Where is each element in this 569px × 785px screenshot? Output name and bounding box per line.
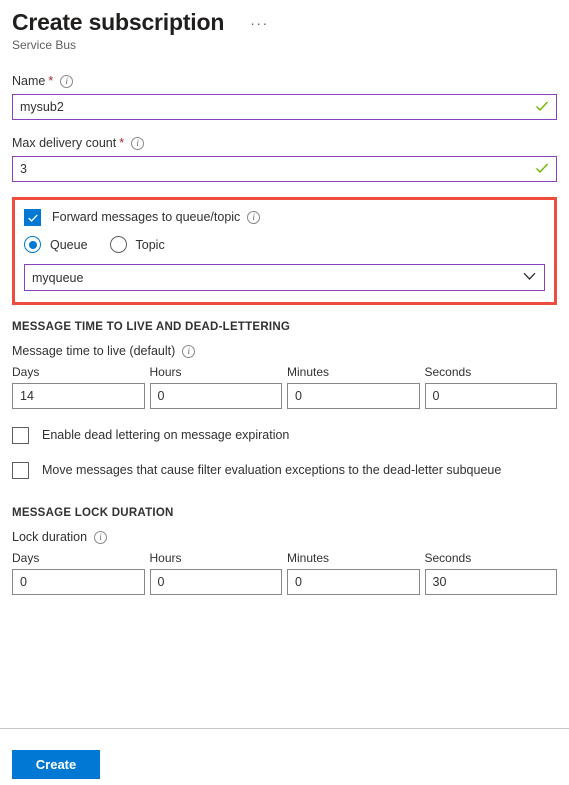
radio-option-topic[interactable]: Topic <box>109 236 165 253</box>
ttl-hours-label: Hours <box>149 365 182 379</box>
max-delivery-count-input[interactable] <box>12 156 557 182</box>
move-filter-exceptions-label: Move messages that cause filter evaluati… <box>42 463 502 477</box>
ttl-days-label: Days <box>12 365 40 379</box>
forward-messages-checkbox[interactable] <box>24 209 41 226</box>
move-filter-exceptions-checkbox[interactable] <box>12 462 29 479</box>
forward-target-dropdown[interactable]: myqueue <box>24 264 545 291</box>
blade-header: Create subscription ··· Service Bus <box>0 0 569 53</box>
subscription-form: Name * i Max delivery count * i <box>0 73 569 595</box>
blade-subtitle: Service Bus <box>12 38 77 52</box>
forward-target-select-wrap: myqueue <box>24 264 545 291</box>
lock-hours-cell: Hours <box>149 550 282 595</box>
lock-section-title: MESSAGE LOCK DURATION <box>12 507 174 519</box>
enable-dead-lettering-row[interactable]: Enable dead lettering on message expirat… <box>12 427 557 444</box>
name-label: Name * i <box>12 73 557 90</box>
max-delivery-count-label: Max delivery count * i <box>12 135 557 152</box>
title-row: Create subscription ··· <box>12 8 557 36</box>
radio-option-queue[interactable]: Queue <box>24 236 88 253</box>
name-required-marker: * <box>48 74 54 88</box>
more-options-icon[interactable]: ··· <box>250 16 269 30</box>
info-icon[interactable]: i <box>60 75 74 88</box>
topic-radio-label: Topic <box>135 237 165 252</box>
blade-footer: Create <box>12 750 100 779</box>
lock-days-input[interactable] <box>12 569 145 595</box>
move-filter-exceptions-row[interactable]: Move messages that cause filter evaluati… <box>12 462 557 479</box>
lock-minutes-cell: Minutes <box>287 550 420 595</box>
max-delivery-count-input-wrap <box>12 156 557 182</box>
ttl-seconds-input[interactable] <box>424 383 557 409</box>
ttl-minutes-label: Minutes <box>287 365 330 379</box>
info-icon[interactable]: i <box>182 344 196 358</box>
name-input[interactable] <box>12 94 557 120</box>
lock-seconds-input[interactable] <box>424 569 557 595</box>
lock-seconds-label: Seconds <box>424 551 472 565</box>
forward-target-radio-group: Queue Topic <box>24 236 545 253</box>
ttl-field-label-text: Message time to live (default) <box>12 344 176 358</box>
ttl-section-title: MESSAGE TIME TO LIVE AND DEAD-LETTERING <box>12 321 291 333</box>
ttl-minutes-cell: Minutes <box>287 364 420 409</box>
ttl-seconds-cell: Seconds <box>424 364 557 409</box>
lock-hours-input[interactable] <box>149 569 282 595</box>
checkmark-icon <box>27 213 38 222</box>
topic-radio[interactable] <box>109 236 127 253</box>
info-icon[interactable]: i <box>94 530 108 544</box>
create-subscription-blade: Create subscription ··· Service Bus Name… <box>0 0 569 785</box>
lock-field-label-text: Lock duration <box>12 530 88 544</box>
ttl-hours-cell: Hours <box>149 364 282 409</box>
enable-dead-lettering-label: Enable dead lettering on message expirat… <box>42 428 290 442</box>
name-label-text: Name <box>12 74 46 88</box>
ttl-field-label: Message time to live (default) i <box>12 344 557 358</box>
lock-minutes-input[interactable] <box>287 569 420 595</box>
ttl-hours-input[interactable] <box>149 383 282 409</box>
lock-days-label: Days <box>12 551 40 565</box>
info-icon[interactable]: i <box>131 137 145 150</box>
lock-days-cell: Days <box>12 550 145 595</box>
max-delivery-count-label-text: Max delivery count <box>12 136 117 150</box>
forward-messages-highlight-box: Forward messages to queue/topic i Queue … <box>12 197 557 305</box>
lock-field-label: Lock duration i <box>12 530 557 544</box>
forward-messages-label: Forward messages to queue/topic <box>52 210 241 224</box>
queue-radio[interactable] <box>24 236 41 253</box>
ttl-duration-grid: Days Hours Minutes Seconds <box>12 364 557 409</box>
footer-divider <box>0 728 569 729</box>
ttl-seconds-label: Seconds <box>424 365 472 379</box>
create-button[interactable]: Create <box>12 750 100 779</box>
enable-dead-lettering-checkbox[interactable] <box>12 427 29 444</box>
forward-messages-checkbox-row[interactable]: Forward messages to queue/topic i <box>24 209 545 226</box>
max-delivery-count-required-marker: * <box>119 136 125 150</box>
lock-duration-grid: Days Hours Minutes Seconds <box>12 550 557 595</box>
lock-minutes-label: Minutes <box>287 551 330 565</box>
page-title: Create subscription <box>12 9 225 35</box>
lock-hours-label: Hours <box>149 551 182 565</box>
name-input-wrap <box>12 94 557 120</box>
info-icon[interactable]: i <box>247 211 261 224</box>
ttl-minutes-input[interactable] <box>287 383 420 409</box>
queue-radio-label: Queue <box>50 237 88 252</box>
ttl-days-input[interactable] <box>12 383 145 409</box>
ttl-days-cell: Days <box>12 364 145 409</box>
lock-seconds-cell: Seconds <box>424 550 557 595</box>
